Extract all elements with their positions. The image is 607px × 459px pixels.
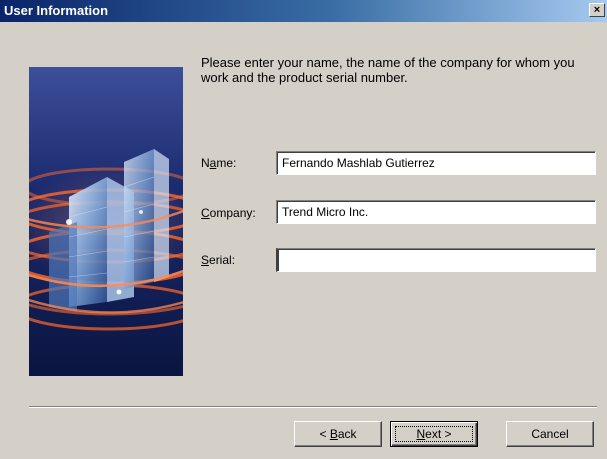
name-input[interactable] [276, 151, 596, 175]
setup-banner-image [29, 67, 183, 376]
title-bar: User Information × [0, 0, 607, 22]
serial-input[interactable] [276, 248, 596, 272]
company-label: Company: [201, 206, 256, 220]
close-button[interactable]: × [589, 3, 605, 17]
footer-divider [29, 406, 597, 408]
instructions-text: Please enter your name, the name of the … [201, 55, 575, 85]
serial-label: Serial: [201, 253, 236, 267]
back-button[interactable]: < Back [294, 421, 382, 447]
buildings-swirl-graphic [29, 67, 183, 376]
cancel-button[interactable]: Cancel [506, 421, 594, 447]
company-input[interactable] [276, 200, 596, 224]
next-button[interactable]: Next > [390, 421, 478, 447]
close-icon: × [593, 4, 601, 16]
name-label: Name: [201, 156, 237, 170]
window-title: User Information [4, 3, 109, 18]
